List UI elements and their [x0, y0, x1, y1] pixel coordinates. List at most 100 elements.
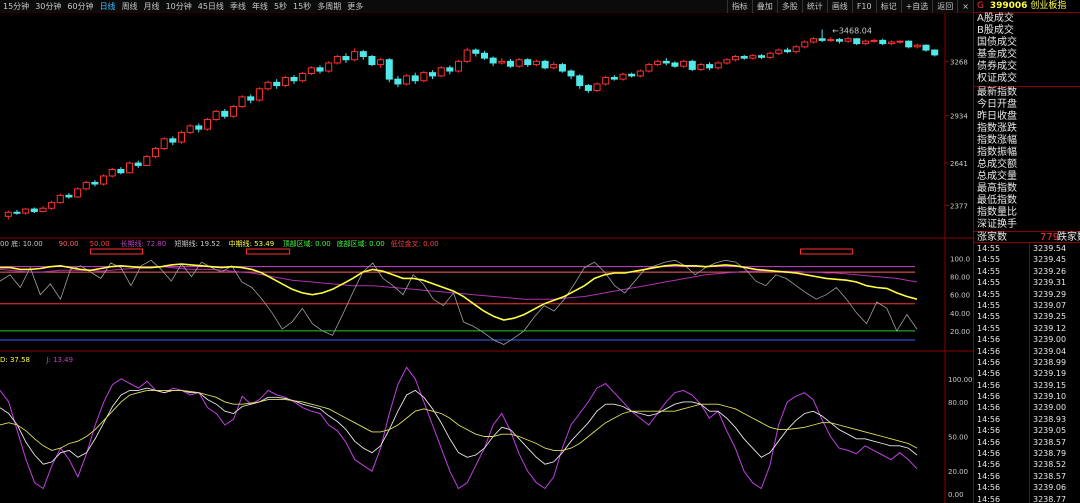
- tick-row: 14:56 3239.10: [974, 391, 1080, 403]
- candle-body: [792, 46, 800, 53]
- tick-price: 3239.31: [1033, 278, 1067, 288]
- kdj-axis-label: 20.00: [948, 468, 968, 476]
- quote-field-b-5[interactable]: 指数振幅: [974, 147, 1080, 159]
- tool-button-5[interactable]: F10: [851, 0, 876, 13]
- period-tab-9[interactable]: 年线: [249, 0, 271, 13]
- period-tab-11[interactable]: 15秒: [290, 0, 314, 13]
- tick-row: 14:56 3239.15: [974, 379, 1080, 392]
- tick-list[interactable]: 14:55 3239.54 14:55 3239.45 14:55 3239.26 14:5…: [974, 243, 1080, 503]
- price-axis-label: 2377: [950, 203, 968, 211]
- tick-row: 14:55 3239.26: [974, 265, 1080, 278]
- kdj-legend-1: J: 13.49: [45, 356, 73, 364]
- period-tab-7[interactable]: 45日线: [195, 0, 227, 13]
- period-tab-1[interactable]: 30分钟: [32, 0, 64, 13]
- quote-field-b-11[interactable]: 深证换手: [974, 219, 1080, 231]
- candle-body: [576, 75, 584, 87]
- tool-button-1[interactable]: 叠加: [751, 0, 777, 13]
- quote-field-b-3[interactable]: 指数涨跌: [974, 123, 1080, 135]
- tick-row: 14:56 3238.77: [974, 493, 1080, 503]
- candle-body: [385, 59, 393, 80]
- candle-body: [662, 60, 670, 64]
- tick-divider: [1029, 254, 1030, 266]
- candle-body: [454, 60, 463, 72]
- tool-button-8[interactable]: 返回: [932, 0, 957, 13]
- candle-body: [91, 181, 99, 185]
- candle-body: [126, 162, 134, 174]
- period-tab-10[interactable]: 5秒: [271, 0, 290, 13]
- tick-divider: [1029, 322, 1030, 335]
- candle-body: [645, 64, 653, 72]
- tick-price: 3238.77: [1033, 494, 1067, 503]
- candle-body: [160, 138, 168, 150]
- short-term-line: [0, 259, 918, 345]
- candle-body: [143, 156, 151, 166]
- candle-body: [688, 60, 696, 70]
- tick-time: 14:56: [977, 494, 1001, 503]
- period-tab-2[interactable]: 60分钟: [64, 0, 96, 13]
- quote-field-b-6[interactable]: 总成交额: [974, 159, 1080, 171]
- tick-time: 14:55: [977, 300, 1001, 310]
- tick-price: 3239.00: [1033, 335, 1067, 345]
- tool-button-7[interactable]: +自选: [900, 0, 933, 13]
- tick-divider: [1029, 345, 1030, 357]
- period-tab-0[interactable]: 15分钟: [0, 0, 32, 13]
- chart-area[interactable]: 3268 2934 2641 2377 ←3468.04 00 底: 10.00 90.0…: [0, 13, 973, 503]
- candle-body: [368, 56, 376, 66]
- tool-button-6[interactable]: 标记: [875, 0, 901, 13]
- tick-price: 3239.07: [1033, 300, 1067, 310]
- candle-body: [922, 44, 930, 51]
- quote-field-a-0[interactable]: A股成交: [974, 13, 1080, 25]
- tool-button-2[interactable]: 多股: [776, 0, 802, 13]
- candle-body: [853, 38, 861, 45]
- tool-button-0[interactable]: 指标: [726, 0, 752, 13]
- advance-decline: 涨家数 779 跌家数: [974, 231, 1080, 243]
- period-tab-8[interactable]: 季线: [227, 0, 249, 13]
- osc-legend-7: 底部区域: 0.00: [337, 239, 385, 248]
- d-line: [0, 389, 918, 451]
- quote-field-b-4[interactable]: 指数涨幅: [974, 135, 1080, 147]
- quote-field-b-1[interactable]: 今日开盘: [974, 99, 1080, 111]
- tick-row: 14:56 3238.57: [974, 470, 1080, 483]
- quote-field-b-2[interactable]: 昨日收盘: [974, 111, 1080, 123]
- tool-buttons: 指标 叠加 多股 统计 画线 F10 标记 +自选 返回 ×: [726, 0, 973, 13]
- quote-field-a-5[interactable]: 权证成交: [974, 73, 1080, 85]
- close-icon[interactable]: ×: [957, 0, 973, 13]
- candle-body: [247, 96, 255, 101]
- tick-price: 3239.00: [1033, 403, 1067, 413]
- tick-time: 14:55: [977, 255, 1001, 265]
- candle-body: [697, 64, 705, 70]
- candle-body: [931, 49, 939, 56]
- candle-body: [714, 62, 722, 69]
- period-tab-13[interactable]: 更多: [344, 0, 366, 13]
- tick-row: 14:56 3238.79: [974, 448, 1080, 460]
- quote-field-b-10[interactable]: 指数量比: [974, 207, 1080, 219]
- osc-legend-6: 顶部区域: 0.00: [283, 239, 331, 248]
- quote-field-b-9[interactable]: 最低指数: [974, 195, 1080, 207]
- candle-body: [723, 59, 731, 64]
- candle-body: [56, 194, 64, 204]
- period-tab-4[interactable]: 周线: [119, 0, 141, 13]
- tick-time: 14:56: [977, 437, 1001, 447]
- candle-body: [186, 125, 194, 133]
- quote-field-a-2[interactable]: 国债成交: [974, 37, 1080, 49]
- period-tab-5[interactable]: 月线: [141, 0, 163, 13]
- candle-body: [177, 131, 186, 143]
- quote-field-b-7[interactable]: 总成交量: [974, 171, 1080, 183]
- period-tab-12[interactable]: 多周期: [314, 0, 344, 13]
- tick-time: 14:55: [977, 289, 1001, 299]
- tick-time: 14:55: [977, 323, 1001, 333]
- quote-field-a-4[interactable]: 债券成交: [974, 61, 1080, 73]
- period-tab-6[interactable]: 10分钟: [163, 0, 195, 13]
- quote-field-b-8[interactable]: 最高指数: [974, 183, 1080, 195]
- candle-body: [913, 44, 921, 48]
- quote-field-b-0[interactable]: 最新指数: [974, 87, 1080, 99]
- candle-body: [818, 38, 826, 41]
- tick-price: 3239.25: [1033, 312, 1067, 322]
- period-tab-3[interactable]: 日线: [97, 0, 119, 13]
- osc-legend-2: 50.00: [90, 240, 110, 248]
- quote-field-a-3[interactable]: 基金成交: [974, 49, 1080, 61]
- quote-field-a-1[interactable]: B股成交: [974, 25, 1080, 37]
- tool-button-3[interactable]: 统计: [801, 0, 827, 13]
- kdj-panel: D: 37.58 J: 13.49 100.00 80.00 50.00 20.00 0.0…: [0, 356, 973, 499]
- tool-button-4[interactable]: 画线: [826, 0, 852, 13]
